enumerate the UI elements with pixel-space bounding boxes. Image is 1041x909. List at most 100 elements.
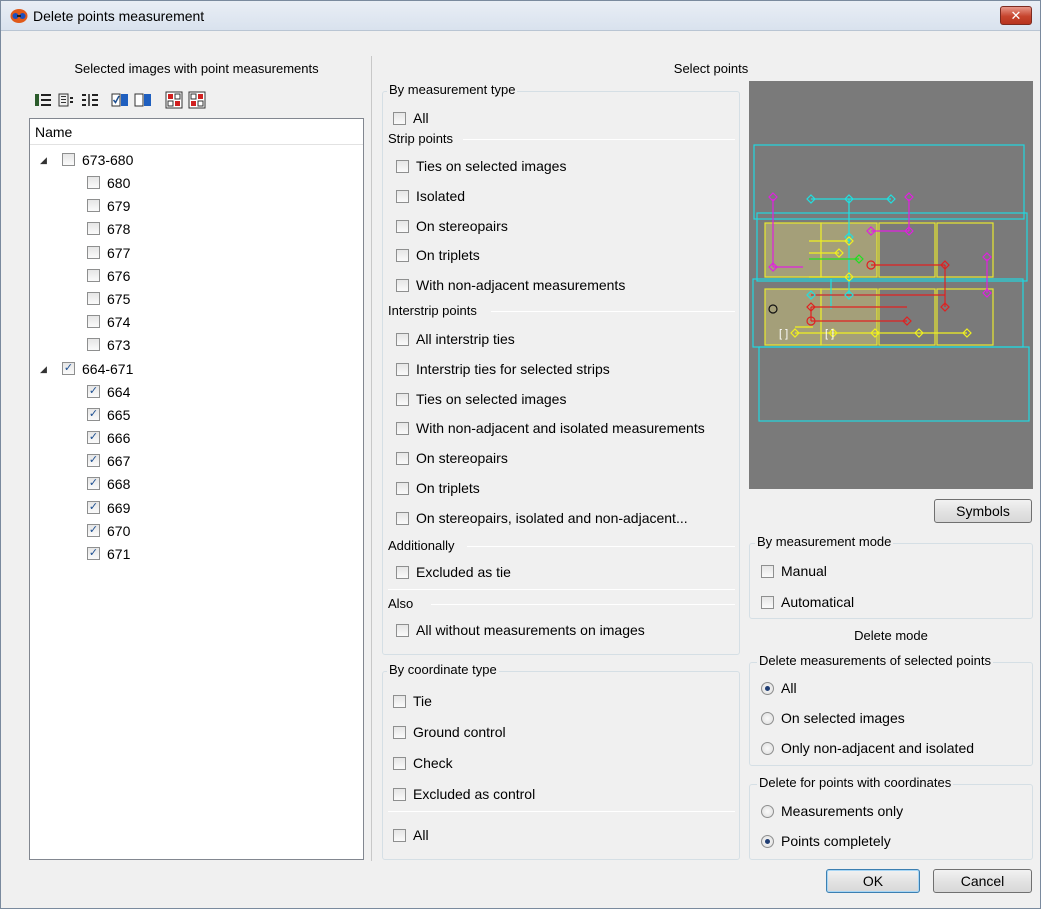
radio-button[interactable] [761, 805, 774, 818]
checkbox[interactable] [761, 565, 774, 578]
checkbox[interactable] [396, 333, 409, 346]
checkbox[interactable] [62, 153, 75, 166]
symbols-button[interactable]: Symbols [934, 499, 1032, 523]
deselect-all-icon[interactable] [134, 91, 152, 109]
checkbox[interactable] [396, 392, 409, 406]
option-label: Interstrip ties for selected strips [416, 360, 610, 377]
checkbox[interactable] [393, 726, 406, 739]
checkbox[interactable] [87, 338, 100, 352]
checkbox[interactable] [87, 268, 100, 282]
option-label: All [413, 110, 429, 126]
option-label: All [781, 680, 797, 696]
images-tree[interactable]: Name ◢ 673-680 680 679 678 677 676 675 674 673 ◢ 66… [29, 118, 364, 860]
option-label: Ties on selected images [416, 390, 567, 407]
checkbox[interactable] [396, 249, 409, 263]
checkbox[interactable] [396, 566, 409, 579]
preview-marker: [ ] [779, 328, 788, 340]
option-label: Manual [781, 563, 827, 579]
select-all-icon[interactable] [111, 91, 129, 109]
checkbox[interactable] [87, 292, 100, 305]
checkbox[interactable] [87, 199, 100, 213]
tree-view-icon[interactable] [81, 91, 99, 109]
expand-toggle-icon[interactable]: ◢ [40, 364, 47, 375]
checkbox[interactable] [396, 279, 409, 293]
preview-marker: [ ] [825, 328, 834, 340]
tree-item-label: 674 [107, 314, 131, 331]
tree-item-label: 675 [107, 291, 131, 307]
checkbox[interactable] [396, 422, 409, 436]
delete-measurements-title: Delete measurements of selected points [757, 653, 993, 668]
checkbox[interactable] [396, 624, 409, 637]
checkbox[interactable] [87, 547, 100, 560]
checkbox[interactable] [396, 452, 409, 466]
checkbox[interactable] [396, 362, 409, 376]
checkbox[interactable] [87, 222, 100, 236]
checkbox[interactable] [396, 511, 409, 525]
expand-toggle-icon[interactable]: ◢ [40, 155, 47, 166]
close-icon: ✕ [1010, 8, 1022, 23]
separator [463, 139, 735, 140]
checkbox[interactable] [87, 315, 100, 329]
checkbox[interactable] [87, 500, 100, 514]
checkbox[interactable] [87, 384, 100, 398]
tree-item-label: 666 [107, 430, 131, 446]
close-button[interactable]: ✕ [1000, 6, 1032, 25]
checkbox[interactable] [87, 454, 100, 468]
separator [388, 811, 735, 812]
option-label: On stereopairs, isolated and non-adjacen… [416, 509, 688, 526]
checkbox[interactable] [393, 829, 406, 842]
checkbox[interactable] [393, 112, 406, 125]
tree-item-label: 673-680 [82, 152, 134, 168]
tree-column-label: Name [35, 124, 73, 140]
option-label: With non-adjacent measurements [416, 277, 626, 294]
points-preview-canvas[interactable]: [ ] [ ] [749, 81, 1033, 489]
collapse-all-icon[interactable] [58, 91, 76, 109]
checkbox[interactable] [396, 219, 409, 233]
option-label: Automatical [781, 594, 855, 610]
checkbox[interactable] [393, 695, 406, 708]
option-label: On stereopairs [416, 217, 508, 234]
option-label: On selected images [781, 710, 905, 726]
checkbox[interactable] [761, 596, 774, 609]
checkbox[interactable] [393, 757, 406, 770]
checkbox[interactable] [396, 482, 409, 495]
checkbox[interactable] [87, 477, 100, 491]
also-title: Also [388, 596, 414, 611]
tree-item-label: 664 [107, 383, 131, 400]
tree-item-label: 670 [107, 522, 131, 539]
checkbox[interactable] [87, 176, 100, 189]
checkbox[interactable] [393, 788, 406, 801]
checkbox[interactable] [396, 160, 409, 173]
separator [431, 604, 735, 605]
checkbox[interactable] [62, 361, 75, 375]
window-title: Delete points measurement [33, 8, 205, 24]
tree-item-label: 678 [107, 221, 131, 238]
checkbox[interactable] [87, 431, 100, 444]
check-marked-icon[interactable] [165, 91, 183, 109]
radio-button[interactable] [761, 835, 774, 848]
delete-mode-header: Delete mode [854, 628, 928, 643]
option-label: Ties on selected images [416, 158, 567, 174]
checkbox[interactable] [396, 189, 409, 203]
checkbox[interactable] [87, 245, 100, 259]
tree-column-header[interactable]: Name [30, 119, 363, 145]
radio-button[interactable] [761, 742, 774, 755]
radio-button[interactable] [761, 712, 774, 725]
cancel-button[interactable]: Cancel [933, 869, 1032, 893]
expand-all-icon[interactable] [34, 91, 52, 109]
tree-item-label: 680 [107, 175, 131, 191]
option-label: All without measurements on images [416, 622, 645, 638]
dialog-window: Delete points measurement ✕ Selected ima… [0, 0, 1041, 909]
checkbox[interactable] [87, 523, 100, 537]
tree-item-label: 664-671 [82, 360, 134, 377]
separator [491, 311, 735, 312]
radio-button[interactable] [761, 682, 774, 695]
checkbox[interactable] [87, 407, 100, 421]
ok-button[interactable]: OK [826, 869, 920, 893]
additionally-title: Additionally [388, 538, 455, 553]
uncheck-marked-icon[interactable] [188, 91, 206, 109]
tree-item-label: 671 [107, 546, 131, 562]
option-label: Check [413, 755, 453, 771]
by-measurement-type-title: By measurement type [387, 82, 518, 97]
tree-item-label: 665 [107, 406, 131, 423]
